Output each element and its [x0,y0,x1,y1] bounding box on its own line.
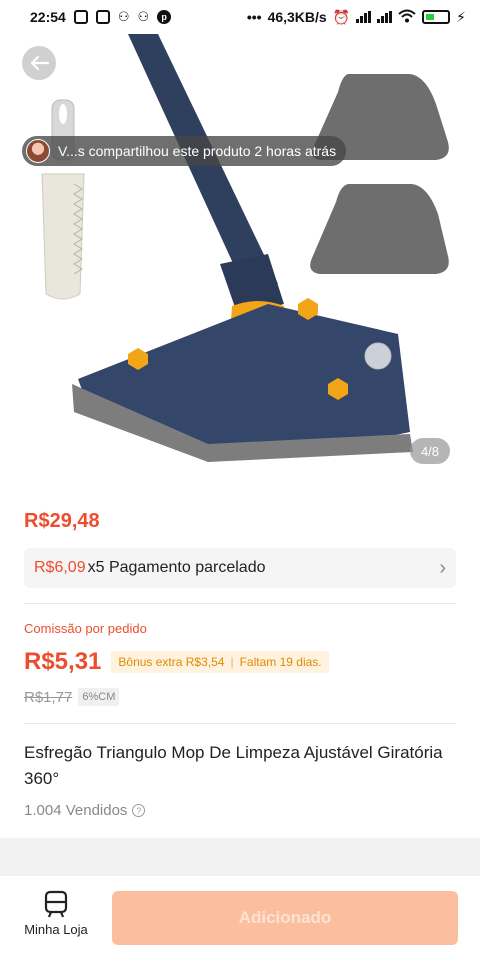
bottom-action-bar: Minha Loja Adicionado [0,876,480,960]
avatar [26,139,50,163]
original-commission: R$1,77 [24,688,73,706]
share-text: V...s compartilhou este produto 2 horas … [58,143,337,159]
divider [24,603,456,604]
share-notification-chip: V...s compartilhou este produto 2 horas … [22,136,347,166]
notification-app-icon: ⚇ [117,9,130,24]
my-store-label: Minha Loja [24,922,88,937]
commission-label: Comissão por pedido [24,621,147,636]
charging-icon: ⚡ [456,8,466,25]
alarm-icon: ⏰ [332,8,351,25]
bonus-amount: Bônus extra R$3,54 [118,655,225,669]
product-title: Esfregão Triangulo Mop De Limpeza Ajustá… [24,743,443,788]
store-icon [44,890,68,918]
divider [24,723,456,724]
installment-plan-row[interactable]: R$6,09 x5 Pagamento parcelado › [24,548,456,588]
notification-app-icon [95,10,110,24]
notification-app-icon [73,10,88,24]
more-notifications-icon: ••• [246,9,262,25]
product-image [41,34,449,462]
scraper-tool-illustration [41,99,85,300]
back-button[interactable] [22,46,56,80]
signal-icon [356,11,372,23]
product-price: R$29,48 [24,510,100,532]
pinterest-icon: p [157,10,172,24]
commission-rate-badge: 6%CM [78,688,120,706]
status-bar: 22:54 ⚇ ⚇ p ••• 46,3KB/s ⏰ ⚡ [0,0,480,34]
installment-text: x5 Pagamento parcelado [87,559,266,576]
spare-pad-illustration [310,184,449,274]
my-store-button[interactable]: Minha Loja [20,890,92,946]
wifi-icon [398,9,416,26]
commission-value: R$5,31 [24,648,102,675]
product-image-carousel[interactable]: V...s compartilhou este produto 2 horas … [8,34,480,490]
signal-icon [377,11,393,23]
network-speed: 46,3KB/s [267,9,327,25]
section-separator [0,838,480,876]
installment-amount: R$6,09 [34,559,86,576]
bonus-days-left: Faltam 19 dias. [239,655,322,669]
sold-count-row: 1.004 Vendidos ? [24,802,146,819]
battery-icon [422,10,451,24]
image-page-indicator: 4/8 [410,438,450,464]
added-button[interactable]: Adicionado [112,891,458,945]
chevron-right-icon: › [439,556,446,579]
sold-count: 1.004 Vendidos [24,802,128,819]
help-icon[interactable]: ? [132,804,146,817]
bonus-separator: | [230,655,234,669]
bonus-badge: Bônus extra R$3,54 | Faltam 19 dias. [111,651,329,673]
notification-app-icon: ⚇ [137,9,150,24]
status-time: 22:54 [30,9,66,25]
arrow-left-icon [30,55,49,71]
commission-original-row: R$1,77 6%CM [24,688,120,706]
commission-row: R$5,31 Bônus extra R$3,54 | Faltam 19 di… [24,648,329,676]
